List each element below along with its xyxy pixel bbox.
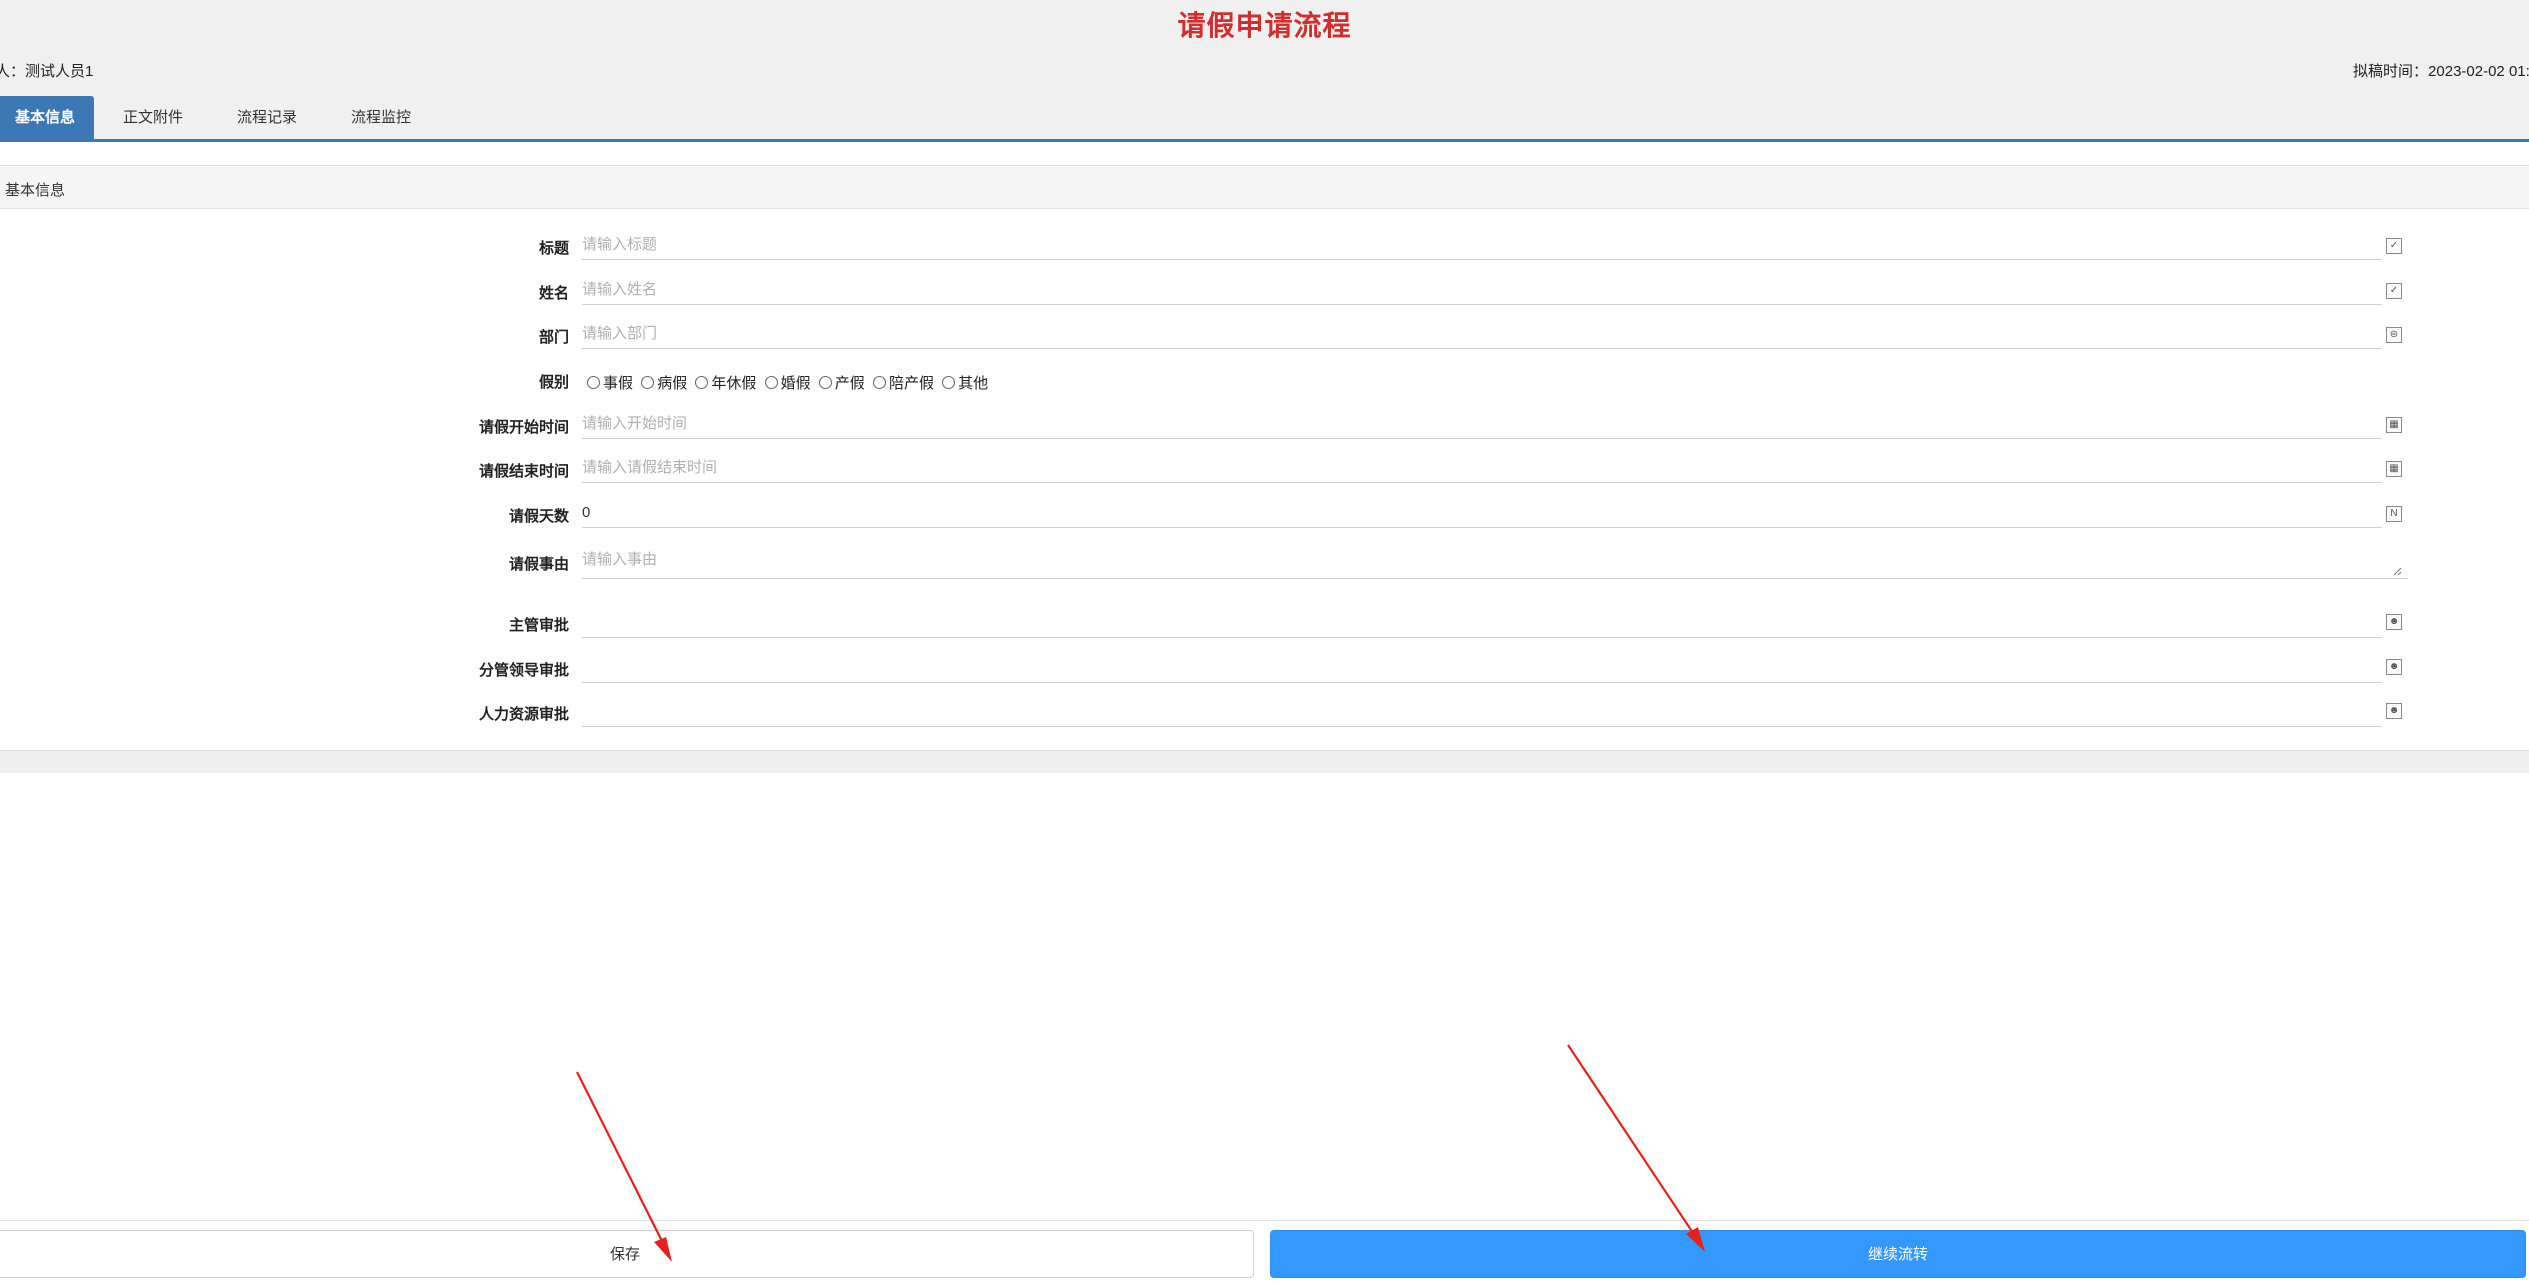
name-input[interactable] <box>582 281 2362 298</box>
leave-type-option[interactable]: 婚假 <box>764 372 811 393</box>
save-button[interactable]: 保存 <box>0 1230 1254 1278</box>
edit-icon[interactable]: ✓ <box>2386 283 2402 299</box>
radio-circle[interactable] <box>942 376 956 389</box>
dept-input[interactable] <box>582 325 2362 342</box>
leave-type-option[interactable]: 其他 <box>942 372 988 393</box>
leave-type-label: 假别 <box>538 374 569 391</box>
section-title: 基本信息 <box>5 182 66 199</box>
radio-circle[interactable] <box>587 376 600 389</box>
leave-type-radio-group: 事假 病假 年休假 婚假 产假 陪产假 其他 <box>587 372 992 393</box>
radio-circle[interactable] <box>818 376 832 389</box>
leader-label: 分管领导审批 <box>478 662 569 679</box>
days-label: 请假天数 <box>508 508 569 525</box>
start-time-field <box>582 411 2382 439</box>
page-title: 请假申请流程 <box>1177 10 1352 41</box>
tab-basic-info[interactable]: 基本信息 <box>0 96 94 139</box>
end-time-field <box>582 455 2382 483</box>
leave-type-option[interactable]: 病假 <box>641 372 687 393</box>
radio-circle[interactable] <box>695 376 709 389</box>
reason-textarea[interactable] <box>582 548 2362 574</box>
leave-type-option[interactable]: 产假 <box>818 372 865 393</box>
number-icon[interactable]: N <box>2386 506 2402 522</box>
drafter-info: 稿人：测试人员1 <box>0 63 94 80</box>
start-time-label: 请假开始时间 <box>478 419 569 436</box>
supervisor-field[interactable] <box>582 610 2382 638</box>
calendar-icon[interactable]: ▦ <box>2386 461 2402 477</box>
resize-grip-icon[interactable] <box>2392 566 2402 576</box>
edit-icon[interactable]: ✓ <box>2386 238 2402 254</box>
draft-time: 拟稿时间：2023-02-02 01:15:2 <box>2353 63 2529 80</box>
name-label: 姓名 <box>538 285 569 302</box>
dept-field <box>582 321 2382 349</box>
radio-circle[interactable] <box>872 376 886 389</box>
hr-label: 人力资源审批 <box>478 706 569 723</box>
org-icon[interactable]: ⊜ <box>2386 327 2402 343</box>
reason-field <box>582 546 2408 579</box>
hr-field[interactable] <box>582 699 2382 727</box>
calendar-icon[interactable]: ▦ <box>2386 417 2402 433</box>
name-field <box>582 277 2382 305</box>
radio-circle[interactable] <box>641 376 655 389</box>
user-icon[interactable]: ☻ <box>2386 659 2402 675</box>
user-icon[interactable]: ☻ <box>2386 614 2402 630</box>
section-divider <box>0 750 2529 773</box>
leave-type-option[interactable]: 事假 <box>587 372 633 393</box>
start-time-input[interactable] <box>582 415 2362 432</box>
radio-circle[interactable] <box>764 376 778 389</box>
leave-type-option[interactable]: 年休假 <box>695 372 756 393</box>
days-input[interactable] <box>582 504 2362 521</box>
section-header: 基本信息 <box>0 165 2529 209</box>
footer-divider <box>0 1220 2529 1221</box>
dept-label: 部门 <box>538 329 569 346</box>
tab-flow-monitor[interactable]: 流程监控 <box>336 96 426 139</box>
supervisor-label: 主管审批 <box>508 617 569 634</box>
tab-attachments[interactable]: 正文附件 <box>108 96 198 139</box>
tab-flow-records[interactable]: 流程记录 <box>222 96 312 139</box>
end-time-input[interactable] <box>582 459 2362 476</box>
reason-label: 请假事由 <box>508 556 569 573</box>
end-time-label: 请假结束时间 <box>478 463 569 480</box>
leader-field[interactable] <box>582 655 2382 683</box>
leave-type-option[interactable]: 陪产假 <box>872 372 934 393</box>
user-icon[interactable]: ☻ <box>2386 703 2402 719</box>
title-label: 标题 <box>538 240 569 257</box>
days-field <box>582 500 2382 528</box>
title-input[interactable] <box>582 236 2362 253</box>
title-field <box>582 232 2382 260</box>
tab-bar: 基本信息 正文附件 流程记录 流程监控 <box>0 96 2529 142</box>
continue-flow-button[interactable]: 继续流转 <box>1270 1230 2526 1278</box>
header: 请假申请流程 稿人：测试人员1 拟稿时间：2023-02-02 01:15:2 … <box>0 0 2529 142</box>
